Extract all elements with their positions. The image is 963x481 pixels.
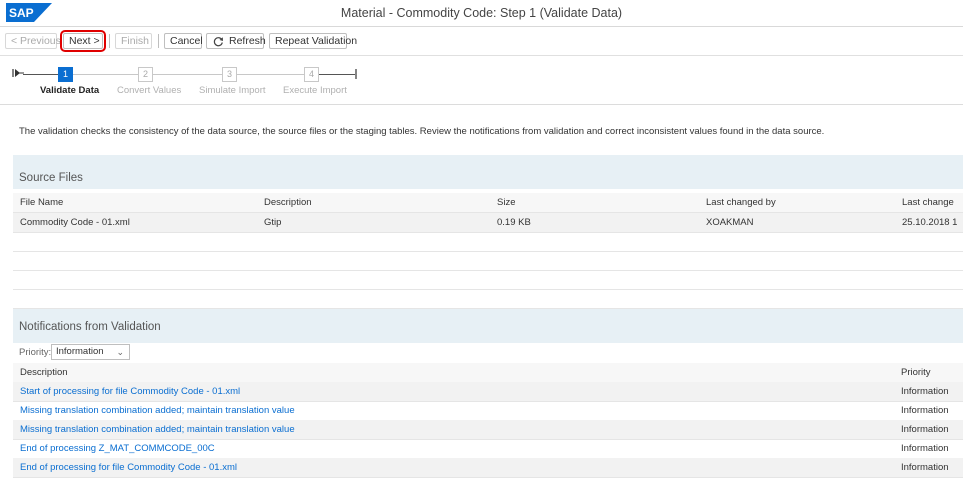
file-name-cell: Commodity Code - 01.xml (20, 217, 130, 228)
priority-label: Priority: (19, 347, 52, 358)
source-files-panel-header (13, 155, 963, 189)
wizard-line (153, 74, 222, 75)
cancel-button[interactable]: Cancel (164, 33, 203, 49)
table-row[interactable]: Missing translation combination added; m… (13, 401, 963, 421)
notification-description[interactable]: End of processing for file Commodity Cod… (20, 462, 237, 473)
toolbar-separator (158, 34, 159, 48)
column-header-description[interactable]: Description (20, 367, 68, 378)
column-header-last-change[interactable]: Last change (902, 197, 963, 208)
refresh-button[interactable]: Refresh (206, 33, 266, 49)
notification-priority: Information (901, 462, 949, 473)
notification-description[interactable]: End of processing Z_MAT_COMMCODE_00C (20, 443, 215, 454)
priority-select[interactable]: Information ⌄ (51, 344, 130, 360)
last-change-cell: 25.10.2018 1 (902, 217, 958, 228)
column-header-last-changed-by[interactable]: Last changed by (706, 197, 776, 208)
source-files-title: Source Files (19, 172, 83, 184)
toolbar-separator (109, 34, 110, 48)
shell-bar: SAP Material - Commodity Code: Step 1 (V… (0, 0, 963, 27)
notification-priority: Information (901, 405, 949, 416)
description-cell: Gtip (264, 217, 282, 228)
wizard-step-2[interactable]: 2 (138, 67, 153, 82)
source-files-header: File Name Description Size Last changed … (13, 193, 963, 213)
notifications-title: Notifications from Validation (19, 321, 161, 333)
previous-button[interactable]: < Previous (5, 33, 61, 49)
wizard-line (319, 74, 355, 75)
column-header-priority[interactable]: Priority (901, 367, 931, 378)
wizard-step-1-label: Validate Data (40, 85, 100, 96)
chevron-down-icon: ⌄ (116, 347, 124, 357)
table-row[interactable]: Commodity Code - 01.xml Gtip 0.19 KB XOA… (13, 213, 963, 233)
wizard-step-2-label: Convert Values (117, 85, 182, 96)
column-header-size[interactable]: Size (497, 197, 515, 208)
wizard-step-4[interactable]: 4 (304, 67, 319, 82)
wizard-line (237, 74, 304, 75)
notification-description[interactable]: Missing translation combination added; m… (20, 424, 295, 435)
wizard-line (73, 74, 138, 75)
wizard-step-3-label: Simulate Import (199, 85, 266, 96)
table-row[interactable]: End of processing for file Commodity Cod… (13, 458, 963, 478)
empty-row (13, 289, 963, 309)
wizard-end-icon (355, 69, 357, 79)
wizard-step-4-label: Execute Import (283, 85, 347, 96)
next-button[interactable]: Next > (60, 30, 106, 52)
toolbar: < Previous Next > Finish Cancel Refresh … (0, 27, 963, 56)
empty-row (13, 270, 963, 290)
notification-priority: Information (901, 443, 949, 454)
table-row[interactable]: End of processing Z_MAT_COMMCODE_00C Inf… (13, 439, 963, 459)
repeat-validation-button[interactable]: Repeat Validation (269, 33, 357, 49)
notification-description[interactable]: Missing translation combination added; m… (20, 405, 295, 416)
finish-button[interactable]: Finish (115, 33, 152, 49)
column-header-file-name[interactable]: File Name (20, 197, 63, 208)
priority-select-value: Information (56, 346, 104, 357)
wizard-progress: 1 2 3 4 Validate Data Convert Values Sim… (0, 56, 963, 105)
empty-row (13, 232, 963, 252)
wizard-line (23, 74, 58, 75)
wizard-step-3[interactable]: 3 (222, 67, 237, 82)
wizard-step-1[interactable]: 1 (58, 67, 73, 82)
notification-description[interactable]: Start of processing for file Commodity C… (20, 386, 240, 397)
wizard-start-icon (12, 69, 24, 77)
intro-text: The validation checks the consistency of… (19, 126, 825, 137)
table-row[interactable]: Missing translation combination added; m… (13, 420, 963, 440)
last-changed-by-cell: XOAKMAN (706, 217, 754, 228)
column-header-description[interactable]: Description (264, 197, 312, 208)
notification-priority: Information (901, 386, 949, 397)
main-content: The validation checks the consistency of… (0, 105, 963, 481)
notifications-header: Description Priority (13, 363, 963, 383)
table-row[interactable]: Start of processing for file Commodity C… (13, 382, 963, 402)
empty-row (13, 251, 963, 271)
size-cell: 0.19 KB (497, 217, 531, 228)
refresh-label: Refresh (229, 35, 266, 47)
notification-priority: Information (901, 424, 949, 435)
refresh-icon (213, 37, 223, 47)
window-title: Material - Commodity Code: Step 1 (Valid… (340, 6, 623, 20)
